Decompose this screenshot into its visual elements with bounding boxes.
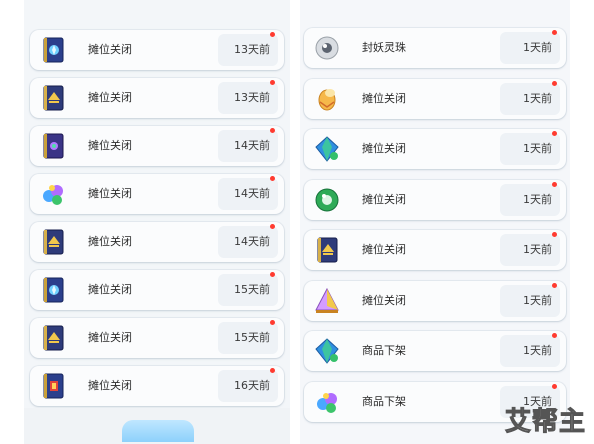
list-item[interactable]: 摊位关闭 15天前 [30, 270, 284, 310]
item-label: 摊位关闭 [88, 235, 132, 248]
unread-dot [270, 32, 275, 37]
unread-dot [552, 80, 557, 86]
item-timestamp: 1天前 [523, 344, 552, 357]
time-box: 16天前 [218, 368, 278, 402]
blue-book-icon [36, 33, 70, 67]
time-box: 1天前 [500, 30, 560, 64]
list-item[interactable]: 封妖灵珠 1天前 [304, 28, 566, 68]
time-box: 1天前 [500, 131, 560, 165]
time-box: 13天前 [218, 32, 278, 66]
list-item[interactable]: 摊位关闭 14天前 [30, 174, 284, 214]
unread-dot [270, 224, 275, 229]
item-timestamp: 1天前 [523, 142, 552, 155]
time-box: 1天前 [500, 232, 560, 266]
unread-dot [270, 272, 275, 277]
list-item[interactable]: 摊位关闭 1天前 [304, 129, 566, 169]
blue-green-gem-icon [310, 334, 344, 368]
unread-dot [552, 131, 557, 136]
item-label: 摊位关闭 [88, 43, 132, 56]
item-timestamp: 1天前 [523, 91, 552, 105]
item-label: 摊位关闭 [88, 283, 132, 296]
item-timestamp: 1天前 [523, 243, 552, 256]
bottom-bar [24, 408, 290, 444]
item-label: 摊位关闭 [88, 91, 132, 104]
list-item[interactable]: 摊位关闭 14天前 [30, 222, 284, 262]
list-item[interactable]: 商品下架 1天前 [304, 331, 566, 371]
list-item[interactable]: 摊位关闭 16天前 [30, 366, 284, 406]
unread-dot [270, 80, 275, 85]
time-box: 13天前 [218, 80, 278, 114]
item-timestamp: 15天前 [234, 331, 270, 344]
time-box: 14天前 [218, 128, 278, 162]
unread-dot [552, 30, 557, 35]
app-screen: 摊位关闭 13天前 摊位关闭 13天前 摊位关闭 14天前 摊位关闭 14天前 摊位关闭 14天前… [0, 0, 594, 444]
unread-dot [552, 383, 557, 389]
unread-dot [270, 320, 275, 325]
unread-dot [552, 181, 557, 187]
list-item[interactable]: 摊位关闭 1天前 [304, 78, 566, 119]
watermark: 艾帮主 [504, 407, 586, 438]
item-label: 摊位关闭 [88, 187, 132, 200]
list-item[interactable]: 摊位关闭 14天前 [30, 126, 284, 166]
time-box: 15天前 [218, 272, 278, 306]
gold-book-icon [36, 81, 70, 115]
item-timestamp: 13天前 [234, 91, 270, 104]
gold-book-icon [310, 233, 344, 267]
item-label: 摊位关闭 [362, 91, 406, 105]
item-label: 摊位关闭 [88, 379, 132, 392]
colorful-gem-icon [36, 177, 70, 211]
item-timestamp: 16天前 [234, 379, 270, 392]
time-box: 15天前 [218, 320, 278, 354]
gold-book-icon [36, 321, 70, 355]
list-item[interactable]: 摊位关闭 1天前 [304, 179, 566, 220]
unread-dot [270, 368, 275, 373]
item-label: 摊位关闭 [88, 331, 132, 344]
green-orb-icon [310, 183, 344, 217]
blue-green-gem-icon [310, 132, 344, 166]
unread-dot [552, 333, 557, 338]
item-label: 商品下架 [362, 344, 406, 357]
blue-book-icon [36, 273, 70, 307]
unread-dot [270, 176, 275, 181]
item-timestamp: 13天前 [234, 43, 270, 56]
left-notification-list: 摊位关闭 13天前 摊位关闭 13天前 摊位关闭 14天前 摊位关闭 14天前 摊位关闭 14天前… [24, 0, 290, 444]
red-book-icon [36, 369, 70, 403]
item-label: 摊位关闭 [362, 142, 406, 155]
unread-dot [270, 128, 275, 133]
list-item[interactable]: 摊位关闭 1天前 [304, 230, 566, 270]
pyramid-crystal-icon [310, 284, 344, 318]
item-label: 摊位关闭 [362, 192, 406, 206]
item-timestamp: 1天前 [523, 293, 552, 307]
item-label: 摊位关闭 [362, 293, 406, 307]
unread-dot [552, 282, 557, 288]
colorful-gem-icon [310, 385, 344, 419]
silver-orb-icon [310, 31, 344, 65]
item-label: 封妖灵珠 [362, 41, 406, 54]
list-item[interactable]: 摊位关闭 1天前 [304, 280, 566, 321]
purple-book-icon [36, 129, 70, 163]
time-box: 1天前 [500, 282, 560, 317]
bottom-action-button[interactable] [122, 420, 194, 442]
item-timestamp: 14天前 [234, 187, 270, 200]
item-label: 摊位关闭 [88, 139, 132, 152]
right-notification-list: 封妖灵珠 1天前 摊位关闭 1天前 摊位关闭 1天前 摊位关闭 1天前 摊位关闭 1天前 摊位关闭 1… [300, 0, 570, 444]
time-box: 14天前 [218, 176, 278, 210]
list-item[interactable]: 摊位关闭 13天前 [30, 78, 284, 118]
item-timestamp: 15天前 [234, 283, 270, 296]
item-label: 商品下架 [362, 394, 406, 408]
time-box: 1天前 [500, 333, 560, 367]
item-timestamp: 14天前 [234, 139, 270, 152]
item-timestamp: 1天前 [523, 41, 552, 54]
item-label: 摊位关闭 [362, 243, 406, 256]
time-box: 1天前 [500, 181, 560, 216]
time-box: 14天前 [218, 224, 278, 258]
item-timestamp: 14天前 [234, 235, 270, 248]
item-timestamp: 1天前 [523, 192, 552, 206]
time-box: 1天前 [500, 80, 560, 115]
unread-dot [552, 232, 557, 237]
list-item[interactable]: 摊位关闭 15天前 [30, 318, 284, 358]
golden-egg-icon [310, 82, 344, 116]
gold-book-icon [36, 225, 70, 259]
list-item[interactable]: 摊位关闭 13天前 [30, 30, 284, 70]
